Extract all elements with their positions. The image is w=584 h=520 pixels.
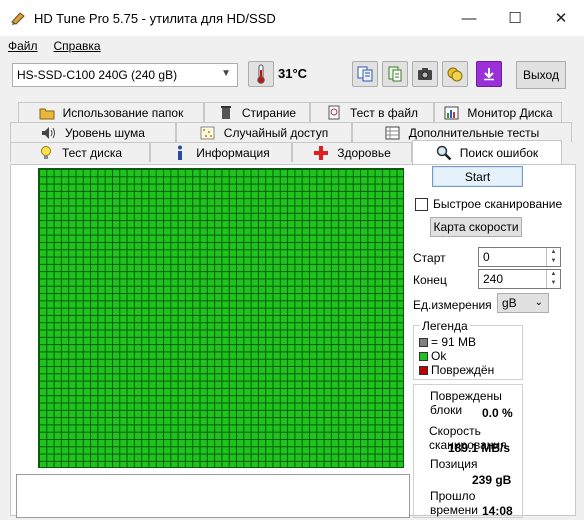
temperature-readout: 31°C: [278, 66, 308, 81]
app-logo-icon: [11, 12, 25, 25]
chevron-down-icon: ▼: [221, 68, 231, 79]
scan-speed-value: 189.1 MB/s: [448, 441, 511, 455]
position-label: Позиция: [430, 457, 478, 471]
elapsed-value: 14:08: [482, 504, 513, 518]
tab-bar: Использование папок Стирание Тест в файл…: [10, 102, 576, 164]
tab-noise-level[interactable]: Уровень шума: [10, 122, 176, 142]
thermometer-button[interactable]: [248, 61, 274, 87]
copy-text-button[interactable]: [382, 61, 408, 87]
chevron-down-icon: ⌄: [534, 297, 543, 308]
tab-benchmark[interactable]: Тест диска: [10, 142, 150, 162]
file-gauge-icon: [326, 105, 342, 121]
spin-down-icon[interactable]: ▼: [547, 257, 560, 266]
log-area: [16, 474, 410, 518]
copy-info-button[interactable]: [352, 61, 378, 87]
random-dots-icon: [200, 125, 216, 141]
start-spinbox[interactable]: 0 ▲ ▼: [478, 247, 561, 267]
grid-chart-icon: [385, 125, 401, 141]
save-button[interactable]: [476, 61, 502, 87]
gray-square-icon: [419, 337, 428, 347]
block-map: [38, 168, 404, 468]
coins-icon: [447, 67, 463, 82]
menu-file[interactable]: Файл: [8, 39, 38, 53]
end-spinbox[interactable]: 240 ▲ ▼: [478, 269, 561, 289]
tab-extra-tests[interactable]: Дополнительные тесты: [352, 122, 572, 142]
unit-value: gB: [502, 296, 517, 310]
legend-damaged: Повреждён: [419, 363, 494, 377]
tab-erase[interactable]: Стирание: [204, 102, 310, 122]
spin-up-icon[interactable]: ▲: [547, 270, 560, 279]
position-value: 239 gB: [472, 473, 512, 487]
end-label: Конец: [413, 273, 447, 287]
spin-down-icon[interactable]: ▼: [547, 279, 560, 288]
speaker-icon: [41, 125, 57, 141]
quick-scan-checkbox[interactable]: Быстрое сканирование: [415, 197, 562, 211]
title-bar: HD Tune Pro 5.75 - утилита для HD/SSD — …: [0, 0, 584, 36]
tab-error-scan[interactable]: Поиск ошибок: [412, 140, 562, 164]
tab-folder-usage[interactable]: Использование папок: [18, 102, 204, 122]
thermometer-icon: [257, 64, 265, 84]
chart-monitor-icon: [443, 105, 459, 121]
legend-block-size: = 91 MB: [419, 335, 476, 349]
menu-bar: Файл Справка: [0, 36, 584, 56]
start-value: 0: [483, 250, 490, 264]
legend-box: Легенда = 91 MB Ok Повреждён: [413, 319, 523, 380]
start-button[interactable]: Start: [432, 166, 523, 187]
info-icon: [172, 145, 188, 161]
drive-select-value: HS-SSD-C100 240G (240 gB): [17, 68, 178, 82]
tab-health[interactable]: Здоровье: [292, 142, 412, 162]
green-square-icon: [419, 351, 428, 361]
tab-disk-monitor[interactable]: Монитор Диска: [434, 102, 562, 122]
spin-up-icon[interactable]: ▲: [547, 248, 560, 257]
start-label: Старт: [413, 251, 446, 265]
download-arrow-icon: [484, 68, 494, 81]
copy-icon: [357, 66, 373, 82]
magnifier-icon: [436, 145, 452, 161]
speed-map-button[interactable]: Карта скорости: [430, 217, 522, 237]
tab-random-access[interactable]: Случайный доступ: [176, 122, 352, 142]
legend-ok: Ok: [419, 349, 446, 363]
trash-icon: [218, 105, 234, 121]
damaged-blocks-value: 0.0 %: [482, 406, 513, 420]
tab-info[interactable]: Информация: [150, 142, 292, 162]
unit-select[interactable]: gB ⌄: [497, 293, 549, 313]
clipboard-icon: [388, 66, 402, 82]
red-square-icon: [419, 365, 428, 375]
close-button[interactable]: ✕: [538, 0, 584, 36]
unit-label: Ед.измерения: [413, 298, 492, 312]
tab-file-benchmark[interactable]: Тест в файл: [310, 102, 434, 122]
quick-scan-label: Быстрое сканирование: [433, 197, 563, 211]
toolbar: HS-SSD-C100 240G (240 gB) ▼ 31°C Выход: [0, 56, 584, 96]
minimize-button[interactable]: —: [446, 0, 492, 36]
window-title: HD Tune Pro 5.75 - утилита для HD/SSD: [34, 10, 276, 26]
red-cross-icon: [313, 145, 329, 161]
lightbulb-icon: [38, 145, 54, 161]
screenshot-button[interactable]: [412, 61, 438, 87]
camera-icon: [418, 68, 432, 80]
checkbox-box[interactable]: [415, 197, 428, 211]
stats-box: Повреждены блоки 0.0 % Скорость сканиров…: [413, 384, 523, 518]
drive-select[interactable]: HS-SSD-C100 240G (240 gB) ▼: [12, 63, 238, 87]
legend-title: Легенда: [420, 319, 470, 333]
exit-button[interactable]: Выход: [516, 61, 566, 89]
folder-icon: [39, 105, 55, 121]
maximize-button[interactable]: ☐: [492, 0, 538, 36]
menu-help[interactable]: Справка: [54, 39, 101, 53]
end-value: 240: [483, 272, 504, 286]
options-button[interactable]: [442, 61, 468, 87]
